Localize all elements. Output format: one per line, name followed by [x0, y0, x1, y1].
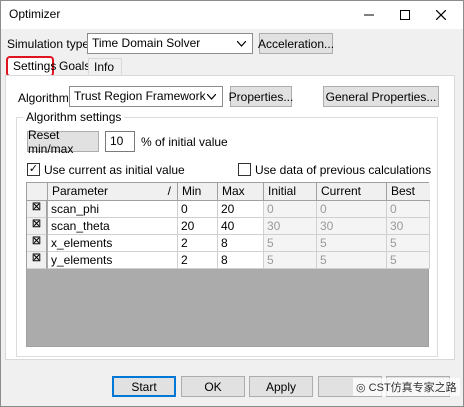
minimize-icon	[364, 14, 374, 16]
simulation-type-select[interactable]: Time Domain Solver	[87, 33, 253, 54]
optimizer-window: Optimizer Simulation type: Time Domain S…	[0, 0, 464, 407]
cell-current: 0	[317, 201, 387, 218]
maximize-button[interactable]	[387, 1, 423, 29]
cell-initial: 5	[264, 252, 317, 269]
table-row[interactable]: ☒ scan_theta 20 40 30 30 30	[27, 218, 430, 235]
table-row[interactable]: ☒ y_elements 2 8 5 5 5	[27, 252, 430, 269]
row-check-icon[interactable]: ☒	[31, 220, 42, 231]
cell-parameter: x_elements	[48, 235, 178, 252]
reset-percent-suffix: % of initial value	[141, 135, 228, 149]
tab-settings[interactable]: Settings	[6, 56, 56, 77]
close-icon	[436, 10, 446, 20]
cell-max[interactable]: 8	[218, 235, 264, 252]
cell-min[interactable]: 2	[178, 252, 218, 269]
chevron-down-icon	[234, 34, 248, 53]
table-row[interactable]: ☒ scan_phi 0 20 0 0 0	[27, 201, 430, 218]
algorithm-settings-title: Algorithm settings	[23, 110, 125, 124]
chevron-down-icon	[204, 87, 218, 106]
cell-min[interactable]: 2	[178, 235, 218, 252]
table-row[interactable]: ☒ x_elements 2 8 5 5 5	[27, 235, 430, 252]
header-current[interactable]: Current	[317, 183, 387, 201]
maximize-icon	[400, 10, 410, 20]
cell-max[interactable]: 40	[218, 218, 264, 235]
sort-indicator: /	[167, 184, 171, 198]
ok-button[interactable]: OK	[181, 376, 245, 397]
simulation-type-label: Simulation type:	[7, 37, 93, 51]
cell-current: 30	[317, 218, 387, 235]
apply-button[interactable]: Apply	[249, 376, 313, 397]
watermark: ◎ CST仿真专家之路	[353, 378, 460, 396]
row-check-icon[interactable]: ☒	[31, 254, 42, 265]
algorithm-value: Trust Region Framework	[74, 89, 206, 103]
general-properties-button[interactable]: General Properties...	[323, 86, 439, 107]
header-max[interactable]: Max	[218, 183, 264, 201]
cell-current: 5	[317, 235, 387, 252]
use-current-checkbox[interactable]: ✓	[27, 163, 40, 176]
algorithm-select[interactable]: Trust Region Framework	[69, 86, 223, 107]
cell-parameter: scan_phi	[48, 201, 178, 218]
close-button[interactable]	[423, 1, 459, 29]
header-initial[interactable]: Initial	[264, 183, 317, 201]
row-check-icon[interactable]: ☒	[31, 237, 42, 248]
use-current-label: Use current as initial value	[44, 163, 185, 177]
cell-min[interactable]: 20	[178, 218, 218, 235]
reset-min-max-button[interactable]: Reset min/max	[27, 128, 99, 156]
use-data-checkbox[interactable]	[238, 163, 251, 176]
tab-info[interactable]: Info	[88, 58, 122, 76]
reset-percent-input[interactable]: 10	[105, 131, 135, 152]
acceleration-button[interactable]: Acceleration...	[258, 33, 334, 54]
cell-max[interactable]: 8	[218, 252, 264, 269]
cell-parameter: y_elements	[48, 252, 178, 269]
cell-best: 5	[387, 235, 430, 252]
header-best[interactable]: Best	[387, 183, 430, 201]
cell-parameter: scan_theta	[48, 218, 178, 235]
cell-initial: 30	[264, 218, 317, 235]
cell-best: 5	[387, 252, 430, 269]
cell-initial: 5	[264, 235, 317, 252]
minimize-button[interactable]	[351, 1, 387, 29]
tab-goals[interactable]: Goals	[54, 58, 90, 76]
algorithm-properties-button[interactable]: Properties...	[229, 86, 293, 107]
cell-initial: 0	[264, 201, 317, 218]
header-parameter[interactable]: Parameter /	[48, 183, 178, 201]
cell-best: 0	[387, 201, 430, 218]
start-button[interactable]: Start	[112, 376, 176, 397]
cell-max[interactable]: 20	[218, 201, 264, 218]
algorithm-label: Algorithm:	[18, 91, 73, 105]
cell-current: 5	[317, 252, 387, 269]
cell-best: 30	[387, 218, 430, 235]
row-check-icon[interactable]: ☒	[31, 203, 42, 214]
use-data-label: Use data of previous calculations	[255, 163, 432, 177]
header-min[interactable]: Min	[178, 183, 218, 201]
wechat-icon: ◎	[356, 382, 366, 394]
window-title: Optimizer	[9, 7, 61, 21]
title-bar: Optimizer	[1, 1, 463, 29]
grid-corner-header	[27, 183, 48, 201]
parameter-grid: Parameter / Min Max Initial Current Best…	[26, 182, 430, 347]
cell-min[interactable]: 0	[178, 201, 218, 218]
simulation-type-value: Time Domain Solver	[92, 36, 201, 50]
